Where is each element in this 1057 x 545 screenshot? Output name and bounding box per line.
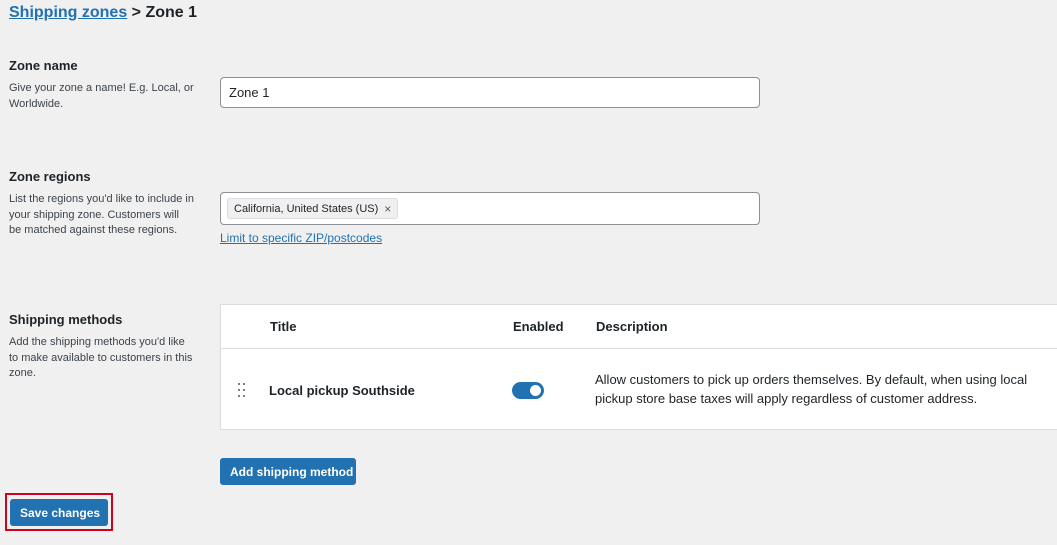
- zone-regions-select[interactable]: California, United States (US) ×: [220, 192, 760, 225]
- zone-regions-help: List the regions you'd like to include i…: [9, 193, 194, 236]
- zone-regions-heading: Zone regions: [9, 169, 91, 184]
- zone-name-help: Give your zone a name! E.g. Local, or Wo…: [9, 82, 194, 110]
- shipping-methods-help: Add the shipping methods you'd like to m…: [9, 336, 193, 379]
- zone-name-label-group: Zone name Give your zone a name! E.g. Lo…: [9, 58, 199, 112]
- column-header-description: Description: [596, 319, 668, 334]
- shipping-methods-label-group: Shipping methods Add the shipping method…: [9, 312, 199, 382]
- limit-postcodes-link[interactable]: Limit to specific ZIP/postcodes: [220, 231, 382, 245]
- breadcrumb-current: Zone 1: [145, 4, 198, 21]
- zone-regions-label-group: Zone regions List the regions you'd like…: [9, 169, 199, 239]
- region-chip: California, United States (US) ×: [227, 198, 399, 219]
- shipping-methods-heading: Shipping methods: [9, 312, 123, 327]
- column-header-enabled: Enabled: [513, 319, 564, 334]
- column-header-title: Title: [270, 319, 297, 334]
- remove-region-icon[interactable]: ×: [384, 202, 391, 216]
- method-enabled-toggle[interactable]: [512, 382, 544, 399]
- drag-handle-icon[interactable]: [237, 383, 247, 397]
- toggle-knob: [530, 385, 541, 396]
- method-title[interactable]: Local pickup Southside: [269, 383, 415, 398]
- table-divider: [221, 348, 1057, 349]
- zone-name-heading: Zone name: [9, 58, 78, 73]
- breadcrumb: Shipping zones > Zone 1: [9, 4, 197, 22]
- shipping-methods-table: Title Enabled Description Local pickup S…: [220, 304, 1057, 430]
- save-changes-button[interactable]: Save changes: [10, 499, 108, 526]
- breadcrumb-shipping-zones-link[interactable]: Shipping zones: [9, 4, 127, 21]
- zone-name-input[interactable]: [220, 77, 760, 108]
- add-shipping-method-button[interactable]: Add shipping method: [220, 458, 356, 485]
- region-chip-label: California, United States (US): [234, 202, 379, 215]
- breadcrumb-separator: >: [127, 4, 146, 21]
- method-description: Allow customers to pick up orders themse…: [595, 372, 1028, 406]
